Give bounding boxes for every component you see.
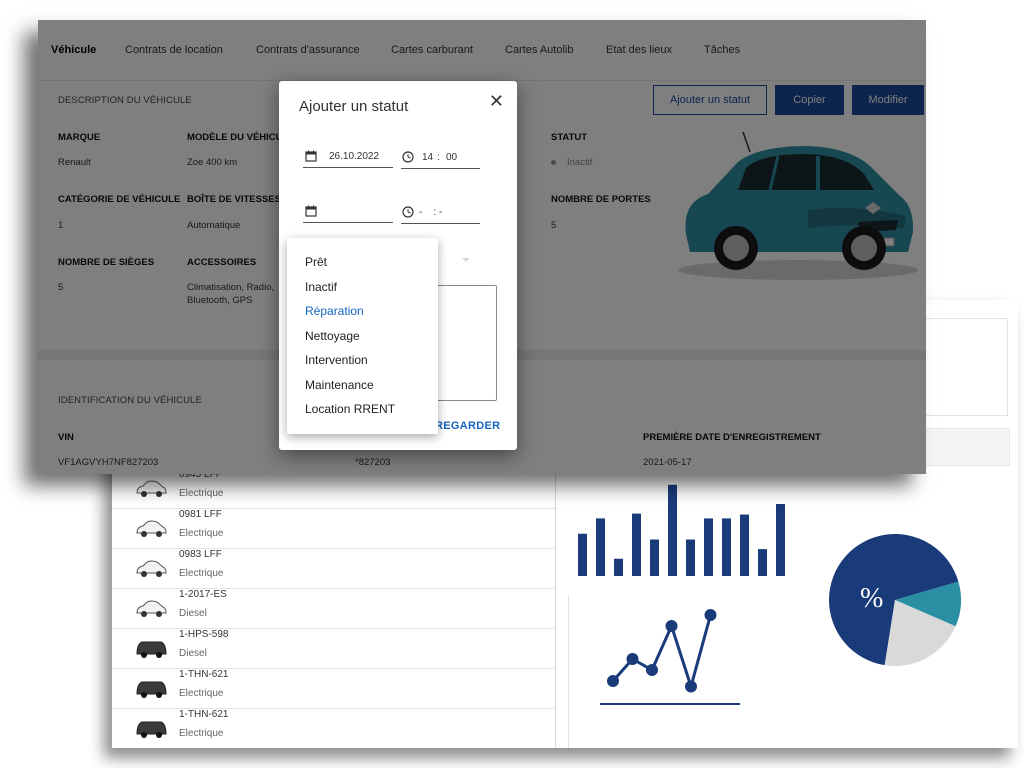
list-item[interactable]: 0945 LFF Electrique bbox=[112, 468, 555, 509]
list-item[interactable]: 1-THN-621 Electrique bbox=[112, 668, 555, 709]
vehicle-fuel: Electrique bbox=[179, 688, 224, 699]
bar bbox=[686, 539, 695, 576]
list-item[interactable]: 1-2017-ES Diesel bbox=[112, 588, 555, 629]
vehicle-fuel: Electrique bbox=[179, 488, 224, 499]
calendar-icon bbox=[305, 150, 317, 162]
comment-textarea[interactable] bbox=[435, 285, 497, 401]
vehicle-plate: 1-2017-ES bbox=[179, 589, 227, 600]
bar bbox=[614, 558, 623, 576]
vehicle-list: 0945 LFF Electrique 0981 LFF Electrique … bbox=[112, 468, 556, 748]
divider bbox=[568, 596, 569, 748]
line-series bbox=[611, 614, 712, 692]
clock-icon bbox=[402, 151, 414, 163]
vehicle-fuel: Electrique bbox=[179, 728, 224, 739]
calendar-icon bbox=[305, 205, 317, 217]
list-item[interactable]: 1-HPS-598 Diesel bbox=[112, 628, 555, 669]
start-date-value: 26.10.2022 bbox=[329, 151, 380, 162]
list-item[interactable]: 1-THN-621 Electrique bbox=[112, 708, 555, 748]
menu-item-inactif[interactable]: Inactif bbox=[305, 280, 337, 294]
save-button[interactable]: REGARDER bbox=[435, 420, 500, 432]
menu-item-reparation[interactable]: Réparation bbox=[305, 304, 364, 318]
bar bbox=[704, 518, 713, 576]
menu-item-nettoyage[interactable]: Nettoyage bbox=[305, 329, 360, 343]
bar-chart bbox=[578, 484, 785, 576]
start-hour-value: 14 bbox=[422, 152, 434, 163]
car-thumbnail-icon bbox=[136, 480, 167, 497]
car-thumbnail-icon bbox=[136, 600, 167, 617]
vehicle-plate: 0983 LFF bbox=[179, 549, 222, 560]
line-point bbox=[607, 675, 619, 687]
car-thumbnail-icon bbox=[136, 681, 167, 698]
line-point bbox=[685, 680, 697, 693]
bar bbox=[740, 514, 749, 576]
end-time-value: - : - bbox=[419, 207, 443, 218]
bar bbox=[758, 549, 767, 576]
menu-item-pret[interactable]: Prêt bbox=[305, 255, 327, 269]
menu-item-intervention[interactable]: Intervention bbox=[305, 353, 368, 367]
start-minute-value: 00 bbox=[446, 152, 458, 163]
vehicle-fuel: Electrique bbox=[179, 568, 224, 579]
vehicle-plate: 1-THN-621 bbox=[179, 669, 229, 680]
pie-percent-label: % bbox=[860, 583, 883, 614]
car-thumbnail-icon bbox=[136, 520, 167, 537]
vehicle-fuel: Diesel bbox=[179, 648, 207, 659]
clock-icon bbox=[402, 206, 414, 218]
bar bbox=[596, 518, 605, 576]
bar bbox=[650, 539, 659, 576]
bar bbox=[632, 513, 641, 576]
vehicle-plate: 1-THN-621 bbox=[179, 709, 229, 720]
line-point bbox=[665, 620, 678, 632]
car-thumbnail-icon bbox=[136, 641, 167, 658]
close-icon[interactable]: ✕ bbox=[489, 91, 504, 112]
bar bbox=[722, 518, 731, 576]
start-time-field[interactable]: 14 : 00 bbox=[401, 150, 480, 169]
vehicle-plate: 0981 LFF bbox=[179, 509, 222, 520]
status-dropdown-menu: Prêt Inactif Réparation Nettoyage Interv… bbox=[287, 238, 438, 434]
list-item[interactable]: 0983 LFF Electrique bbox=[112, 548, 555, 589]
vehicle-fuel: Electrique bbox=[179, 528, 224, 539]
line-chart bbox=[600, 609, 740, 705]
pie-chart: % bbox=[829, 534, 961, 666]
end-date-field[interactable] bbox=[303, 204, 393, 223]
start-date-field[interactable]: 26.10.2022 bbox=[303, 149, 393, 168]
bar bbox=[668, 484, 677, 576]
menu-item-location-rrent[interactable]: Location RRENT bbox=[305, 402, 395, 416]
car-thumbnail-icon bbox=[136, 560, 167, 577]
vehicle-plate: 1-HPS-598 bbox=[179, 629, 229, 640]
car-thumbnail-icon bbox=[136, 721, 167, 738]
line-point bbox=[646, 664, 658, 676]
line-point bbox=[704, 609, 717, 621]
menu-item-maintenance[interactable]: Maintenance bbox=[305, 378, 374, 392]
bar bbox=[578, 533, 587, 576]
dialog-title: Ajouter un statut bbox=[299, 98, 409, 115]
bar bbox=[776, 504, 785, 576]
end-time-field[interactable]: - : - bbox=[401, 205, 480, 224]
vehicle-fuel: Diesel bbox=[179, 608, 207, 619]
list-item[interactable]: 0981 LFF Electrique bbox=[112, 508, 555, 549]
line-point bbox=[626, 653, 639, 665]
chevron-down-icon[interactable] bbox=[462, 258, 470, 262]
